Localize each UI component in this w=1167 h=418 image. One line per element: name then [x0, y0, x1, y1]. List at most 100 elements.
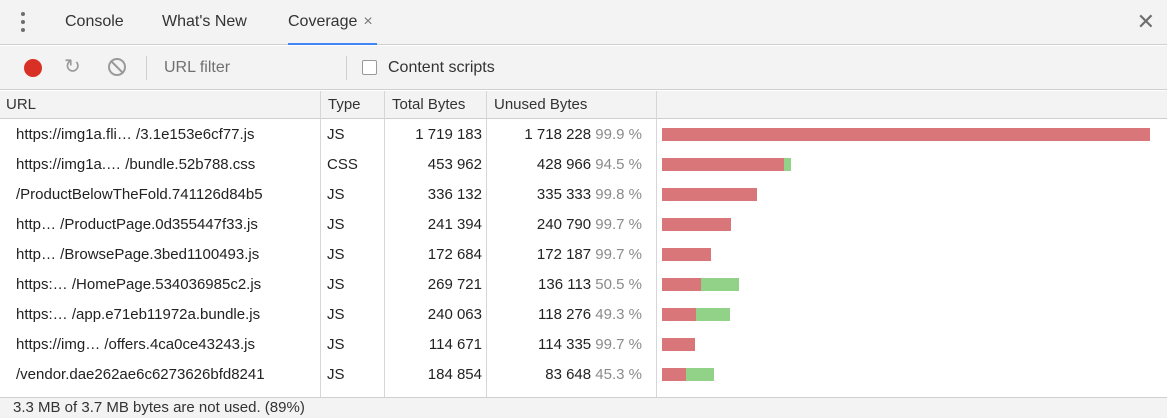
used-bytes-bar — [701, 278, 739, 291]
usage-bar — [662, 308, 730, 321]
total-bytes-cell: 240 063 — [427, 306, 482, 323]
content-scripts-checkbox[interactable] — [362, 60, 377, 75]
tab-coverage-label: Coverage — [288, 13, 358, 30]
type-cell: JS — [327, 306, 345, 323]
unused-bytes-bar — [662, 128, 1150, 141]
table-row[interactable]: https:… /app.e71eb11972a.bundle.js JS 240 … — [0, 300, 1167, 330]
type-cell: JS — [327, 366, 345, 383]
usage-bar — [662, 128, 1150, 141]
coverage-table-body: https://img1a.fli… /3.1e153e6cf77.js JS 1 … — [0, 120, 1167, 390]
unused-bytes-cell: 118 276 49.3 % — [488, 300, 646, 330]
unused-bytes-bar — [662, 218, 731, 231]
url-cell: https://img1a.fli… /3.1e153e6cf77.js — [16, 126, 255, 143]
usage-bar — [662, 278, 739, 291]
used-bytes-bar — [696, 308, 730, 321]
table-header: URL Type Total Bytes Unused Bytes — [0, 91, 1167, 119]
unused-bytes-cell: 114 335 99.7 % — [488, 330, 646, 360]
url-cell: https:… /HomePage.534036985c2.js — [16, 276, 262, 293]
total-bytes-cell: 269 721 — [427, 276, 482, 293]
usage-bar — [662, 248, 711, 261]
table-row[interactable]: https://img… /offers.4ca0ce43243.js JS 114… — [0, 330, 1167, 360]
status-text: 3.3 MB of 3.7 MB bytes are not used. (89… — [13, 399, 305, 416]
unused-bytes-value: 172 187 — [536, 246, 592, 263]
total-bytes-cell: 336 132 — [427, 186, 482, 203]
unused-bytes-bar — [662, 248, 711, 261]
url-cell: /vendor.dae262ae6c6273626bfd8241 — [16, 366, 265, 383]
unused-bytes-cell: 335 333 99.8 % — [488, 180, 646, 210]
column-header-unused-bytes[interactable]: Unused Bytes — [488, 91, 587, 119]
total-bytes-cell: 1 719 183 — [415, 126, 482, 143]
unused-bytes-value: 240 790 — [536, 216, 592, 233]
used-bytes-bar — [784, 158, 791, 171]
unused-bytes-cell: 240 790 99.7 % — [488, 210, 646, 240]
usage-bar — [662, 338, 695, 351]
table-row[interactable]: /vendor.dae262ae6c6273626bfd8241 JS 184 85… — [0, 360, 1167, 390]
coverage-toolbar: ↻ Content scripts — [0, 46, 1167, 90]
unused-bytes-cell: 83 648 45.3 % — [488, 360, 646, 390]
active-tab-indicator — [288, 43, 377, 45]
content-scripts-label: Content scripts — [388, 59, 495, 76]
more-options-icon[interactable] — [20, 12, 26, 32]
unused-bytes-value: 118 276 — [538, 306, 592, 323]
tab-coverage[interactable]: Coverage × — [288, 0, 377, 45]
url-filter-input[interactable] — [158, 54, 338, 82]
usage-bar — [662, 158, 791, 171]
total-bytes-cell: 241 394 — [427, 216, 482, 233]
unused-bytes-bar — [662, 158, 784, 171]
total-bytes-cell: 114 671 — [428, 336, 482, 353]
type-cell: JS — [327, 126, 345, 143]
usage-bar — [662, 368, 714, 381]
status-bar: 3.3 MB of 3.7 MB bytes are not used. (89… — [0, 397, 1167, 418]
unused-percent: 99.9 % — [595, 126, 642, 143]
table-row[interactable]: /ProductBelowTheFold.741126d84b5 JS 336 13… — [0, 180, 1167, 210]
unused-bytes-value: 1 718 228 — [524, 126, 592, 143]
table-row[interactable]: http… /ProductPage.0d355447f33.js JS 241 3… — [0, 210, 1167, 240]
reload-icon[interactable]: ↻ — [64, 55, 81, 79]
unused-bytes-bar — [662, 338, 695, 351]
unused-bytes-bar — [662, 368, 686, 381]
table-row[interactable]: https:… /HomePage.534036985c2.js JS 269 72… — [0, 270, 1167, 300]
type-cell: JS — [327, 246, 345, 263]
total-bytes-cell: 184 854 — [427, 366, 482, 383]
usage-bar — [662, 188, 757, 201]
unused-bytes-value: 136 113 — [538, 276, 592, 293]
type-cell: JS — [327, 336, 345, 353]
type-cell: JS — [327, 186, 345, 203]
column-header-type[interactable]: Type — [322, 91, 361, 119]
url-cell: http… /BrowsePage.3bed1100493.js — [16, 246, 260, 263]
record-button[interactable] — [24, 59, 42, 77]
url-cell: http… /ProductPage.0d355447f33.js — [16, 216, 258, 233]
clear-icon[interactable] — [108, 58, 126, 76]
total-bytes-cell: 172 684 — [427, 246, 482, 263]
unused-percent: 45.3 % — [595, 366, 642, 383]
unused-bytes-bar — [662, 188, 757, 201]
table-row[interactable]: https://img1a.… /bundle.52b788.css CSS 453… — [0, 150, 1167, 180]
url-cell: /ProductBelowTheFold.741126d84b5 — [16, 186, 263, 203]
unused-percent: 49.3 % — [595, 306, 642, 323]
unused-percent: 99.7 % — [595, 216, 642, 233]
unused-bytes-cell: 1 718 228 99.9 % — [488, 120, 646, 150]
column-header-url[interactable]: URL — [6, 91, 36, 119]
close-drawer-icon[interactable]: ✕ — [1137, 9, 1155, 35]
unused-bytes-value: 428 966 — [536, 156, 592, 173]
unused-percent: 99.7 % — [595, 246, 642, 263]
column-header-total-bytes[interactable]: Total Bytes — [386, 91, 465, 119]
total-bytes-cell: 453 962 — [427, 156, 482, 173]
unused-percent: 99.7 % — [595, 336, 642, 353]
toolbar-divider — [146, 56, 147, 80]
table-row[interactable]: https://img1a.fli… /3.1e153e6cf77.js JS 1 … — [0, 120, 1167, 150]
used-bytes-bar — [686, 368, 714, 381]
unused-bytes-value: 83 648 — [545, 366, 592, 383]
usage-bar — [662, 218, 731, 231]
tab-console[interactable]: Console — [65, 0, 124, 44]
type-cell: JS — [327, 276, 345, 293]
tab-whats-new[interactable]: What's New — [162, 0, 247, 44]
type-cell: JS — [327, 216, 345, 233]
url-cell: https://img1a.… /bundle.52b788.css — [16, 156, 256, 173]
url-cell: https://img… /offers.4ca0ce43243.js — [16, 336, 256, 353]
tab-close-icon[interactable]: × — [363, 0, 372, 44]
unused-percent: 94.5 % — [595, 156, 642, 173]
table-row[interactable]: http… /BrowsePage.3bed1100493.js JS 172 68… — [0, 240, 1167, 270]
unused-bytes-cell: 428 966 94.5 % — [488, 150, 646, 180]
type-cell: CSS — [327, 156, 358, 173]
